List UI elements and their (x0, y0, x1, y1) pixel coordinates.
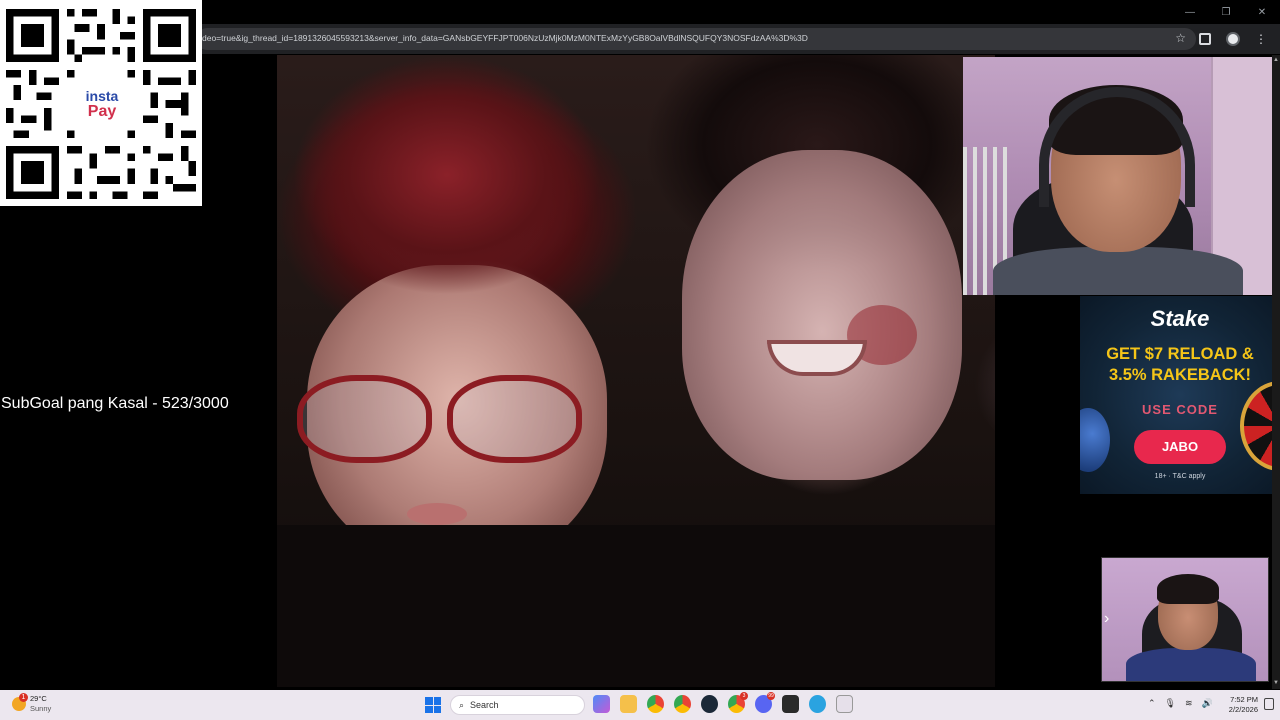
ad-code-button[interactable]: JABO (1134, 430, 1226, 464)
extensions-icon[interactable] (1198, 32, 1212, 46)
weather-text: 29°C Sunny (30, 694, 51, 714)
ad-cricket-ball (1080, 408, 1110, 472)
chevron-right-icon[interactable]: › (1104, 610, 1109, 628)
discord-badge: 99 (767, 692, 775, 700)
qr-code-panel: insta Pay (0, 0, 202, 206)
clock-time: 7:52 PM (1230, 695, 1258, 704)
scroll-down-arrow-icon[interactable]: ▼ (1273, 680, 1279, 686)
page-scrollbar[interactable] (1272, 55, 1280, 689)
taskbar-clock[interactable]: 7:52 PM 2/2/2026 (1222, 695, 1258, 715)
video-lips (407, 503, 467, 525)
microphone-icon[interactable]: 🎙 (1165, 698, 1176, 709)
weather-widget[interactable]: 1 29°C Sunny (12, 693, 51, 714)
secondary-webcam-hair (1157, 574, 1219, 604)
file-explorer-icon[interactable] (620, 695, 637, 713)
steam-icon[interactable] (701, 695, 718, 713)
webcam-person-body (993, 247, 1243, 295)
kebab-menu-icon[interactable]: ⋮ (1254, 32, 1268, 46)
wifi-icon[interactable]: ≋ (1185, 698, 1193, 709)
snipping-tool-icon[interactable] (836, 695, 853, 713)
ad-headline: GET $7 RELOAD & 3.5% RAKEBACK! (1080, 344, 1280, 386)
window-controls: — ❐ ✕ (1172, 0, 1280, 24)
video-person-right (682, 150, 962, 480)
toolbar-actions: ⋮ (1198, 24, 1276, 54)
chrome-alt-icon[interactable]: 3 (728, 692, 748, 713)
ad-headline-line1: GET $7 RELOAD & (1106, 345, 1254, 363)
copilot-icon[interactable] (593, 695, 610, 713)
url-text[interactable]: deo=true&ig_thread_id=1891326045593213&s… (202, 33, 1162, 43)
sun-icon: 1 (12, 693, 28, 711)
taskbar-search-box[interactable]: ⌕ Search (450, 695, 585, 715)
bookmark-star-icon[interactable]: ☆ (1175, 31, 1186, 45)
address-bar[interactable]: deo=true&ig_thread_id=1891326045593213&s… (196, 28, 1196, 50)
windows-taskbar: 1 29°C Sunny ⌕ Search 3 99 ⌃ 🎙 ≋ 🔊 7:52 (0, 690, 1280, 720)
ad-use-code-label: USE CODE (1142, 402, 1218, 417)
system-tray: ⌃ 🎙 ≋ 🔊 (1148, 698, 1213, 709)
ad-fineprint: 18+ · T&C apply (1154, 473, 1206, 480)
close-button[interactable]: ✕ (1244, 0, 1280, 24)
instapay-logo-line2: Pay (87, 103, 117, 120)
instapay-logo: insta Pay (76, 84, 128, 124)
secondary-webcam-body (1126, 648, 1256, 681)
video-glasses (297, 375, 587, 465)
search-icon: ⌕ (459, 699, 465, 710)
video-shirts (277, 525, 995, 687)
profile-avatar-icon[interactable] (1226, 32, 1240, 46)
chrome-alt-badge: 3 (740, 692, 748, 700)
ad-headline-line2: 3.5% RAKEBACK! (1108, 366, 1252, 384)
chrome-profile-icon[interactable] (647, 695, 664, 713)
weather-condition: Sunny (30, 704, 52, 713)
tray-chevron-up-icon[interactable]: ⌃ (1148, 698, 1156, 709)
subgoal-text: SubGoal pang Kasal - 523/3000 (1, 395, 229, 412)
stake-ad-banner[interactable]: Stake GET $7 RELOAD & 3.5% RAKEBACK! USE… (1080, 296, 1280, 494)
weather-badge: 1 (19, 693, 28, 702)
stake-logo: Stake (1150, 306, 1210, 331)
obs-icon[interactable] (782, 695, 799, 713)
scroll-up-arrow-icon[interactable]: ▲ (1273, 57, 1279, 63)
maximize-button[interactable]: ❐ (1208, 0, 1244, 24)
taskbar-apps: 3 99 (593, 692, 853, 713)
chrome-icon[interactable] (674, 695, 691, 713)
search-placeholder: Search (470, 700, 499, 710)
windows-start-icon[interactable] (425, 697, 441, 713)
main-video-feed (277, 55, 995, 687)
secondary-webcam: › (1101, 557, 1269, 682)
weather-temp: 29°C (30, 694, 47, 703)
telegram-icon[interactable] (809, 695, 826, 713)
notifications-icon[interactable] (1264, 698, 1274, 710)
video-red-hair (277, 55, 617, 305)
volume-icon[interactable]: 🔊 (1202, 698, 1213, 709)
clock-date: 2/2/2026 (1228, 705, 1258, 714)
discord-icon[interactable]: 99 (755, 692, 775, 713)
minimize-button[interactable]: — (1172, 0, 1208, 24)
streamer-webcam (963, 57, 1280, 295)
instapay-logo-line1: insta (85, 88, 119, 104)
